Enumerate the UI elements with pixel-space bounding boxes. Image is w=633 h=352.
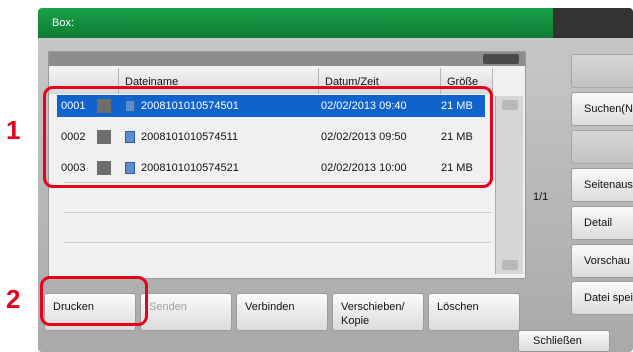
list-scrollbar[interactable] [495,96,523,274]
side-button-blank [571,130,633,164]
delete-button[interactable]: Löschen [428,293,520,331]
move-copy-button[interactable]: Verschieben/ Kopie [332,293,424,331]
file-number: 0003 [61,162,86,174]
page-select-button[interactable]: Seitenauswahl [571,168,633,202]
file-name: 2008101010574501 [141,100,239,112]
file-date: 02/02/2013 09:40 [321,100,407,112]
file-row-0002[interactable]: 0002 2008101010574511 02/02/2013 09:50 2… [57,126,485,148]
side-button-blank [571,54,633,88]
scroll-up-icon[interactable] [502,100,518,110]
move-copy-label-line1: Verschieben/ [341,301,405,313]
file-date: 02/02/2013 10:00 [321,162,407,174]
join-button[interactable]: Verbinden [236,293,328,331]
title-bar: Box: [38,8,633,38]
list-divider [63,242,491,243]
scroll-down-icon[interactable] [502,260,518,270]
column-header-size[interactable]: Größe [441,68,493,94]
file-name: 2008101010574521 [141,162,239,174]
page-indicator: 1/1 [533,191,549,203]
file-size: 21 MB [441,131,473,143]
box-panel: Box: Dateiname Datum/Zeit Größe 1/1 Such… [38,8,633,352]
send-button[interactable]: Senden [140,293,232,331]
window-title: Box: [52,17,75,29]
print-button[interactable]: Drucken [44,293,136,331]
file-icon [125,100,135,112]
detail-button[interactable]: Detail [571,206,633,240]
file-row-0003[interactable]: 0003 2008101010574521 02/02/2013 10:00 2… [57,157,485,179]
column-header-filename[interactable]: Dateiname [119,68,319,94]
file-row-0001[interactable]: 0001 2008101010574501 02/02/2013 09:40 2… [57,95,485,117]
list-divider [63,212,491,213]
list-divider [63,182,491,183]
file-size: 21 MB [441,100,473,112]
title-bar-edge [553,8,633,38]
document-stack-icon [97,130,111,144]
list-header-bar [49,52,525,66]
document-stack-icon [97,99,111,113]
file-icon [125,162,135,174]
search-name-button[interactable]: Suchen(Name) [571,92,633,126]
close-button[interactable]: Schließen [518,330,610,352]
file-size: 21 MB [441,162,473,174]
move-copy-label-line2: Kopie [341,315,370,327]
file-name: 2008101010574511 [141,131,239,143]
file-number: 0002 [61,131,86,143]
callout-number-1: 1 [6,115,21,145]
preview-button[interactable]: Vorschau [571,244,633,278]
column-header-checkbox[interactable] [49,68,119,94]
file-number: 0001 [61,100,86,112]
file-icon [125,131,135,143]
callout-number-2: 2 [6,284,21,314]
list-nav-icon[interactable] [483,54,519,64]
document-stack-icon [97,161,111,175]
column-header-date[interactable]: Datum/Zeit [319,68,441,94]
save-file-button[interactable]: Datei speich. [571,281,633,315]
file-date: 02/02/2013 09:50 [321,131,407,143]
